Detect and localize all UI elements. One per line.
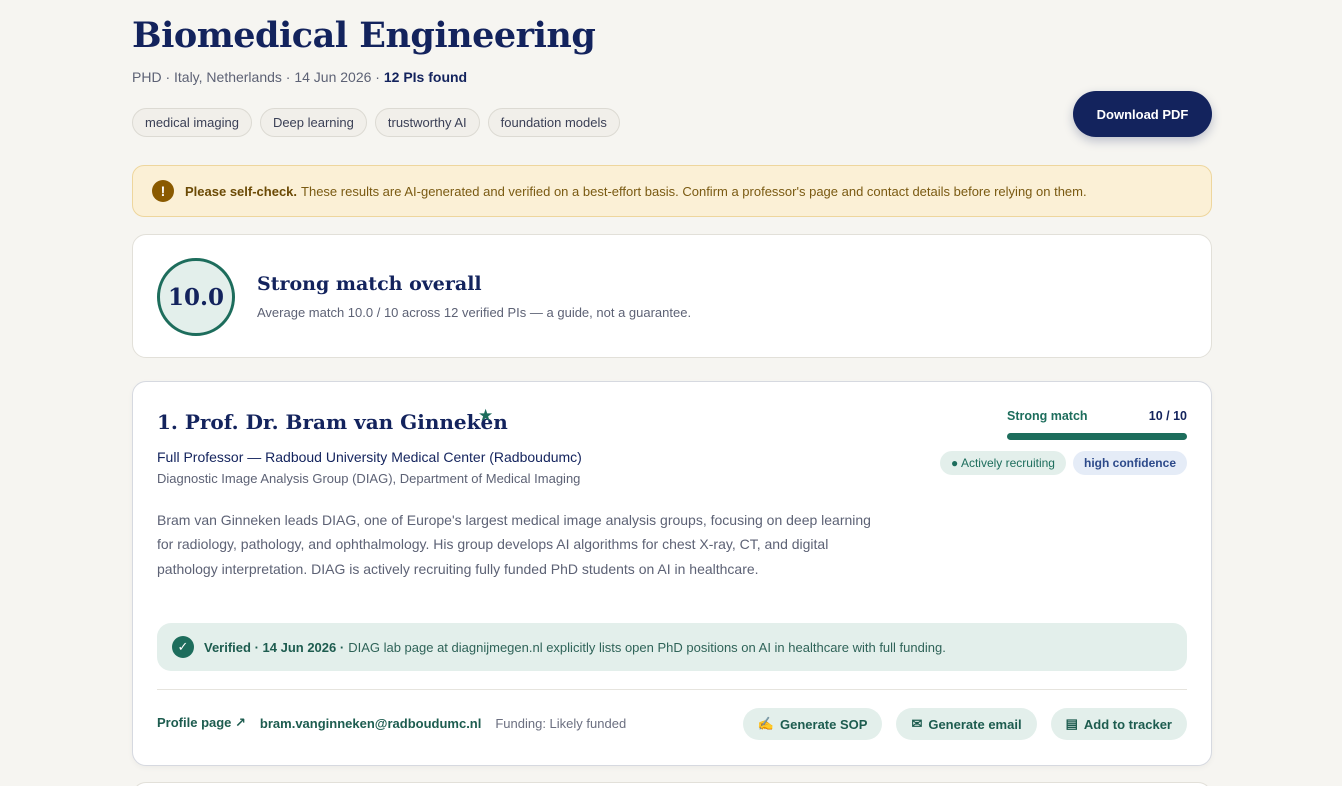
pi-name: 1. Prof. Dr. Bram van Ginneken bbox=[157, 410, 508, 434]
search-meta: PHD · Italy, Netherlands · 14 Jun 2026 ·… bbox=[132, 69, 467, 85]
notice-heading: Please self-check. bbox=[185, 183, 298, 199]
download-pdf-button[interactable]: Download PDF bbox=[1073, 91, 1212, 137]
keyword-chips: medical imaging Deep learning trustworth… bbox=[132, 108, 620, 137]
check-icon: ✓ bbox=[172, 636, 194, 658]
self-check-notice: ! Please self-check. These results are A… bbox=[132, 165, 1212, 217]
keyword-chip: Deep learning bbox=[259, 108, 367, 137]
confidence-badge: high confidence bbox=[1072, 451, 1187, 475]
pi-actions: ✍ Generate SOP ✉ Generate email ▤ Add to… bbox=[742, 708, 1187, 740]
pi-role: Full Professor — Radboud University Medi… bbox=[157, 449, 582, 465]
meta-text: PHD · Italy, Netherlands · 14 Jun 2026 · bbox=[132, 69, 384, 85]
generate-email-button[interactable]: ✉ Generate email bbox=[896, 708, 1037, 740]
pi-bio: Bram van Ginneken leads DIAG, one of Eur… bbox=[157, 512, 871, 577]
envelope-icon: ✉ bbox=[911, 716, 923, 731]
keyword-chip: medical imaging bbox=[132, 108, 252, 137]
generate-email-label: Generate email bbox=[928, 716, 1022, 732]
divider bbox=[157, 689, 1187, 690]
warning-icon: ! bbox=[152, 180, 174, 202]
overall-score-ring: 10.0 bbox=[157, 258, 235, 336]
pi-badges: ● Actively recruiting high confidence bbox=[940, 451, 1187, 475]
summary-title: Strong match overall bbox=[257, 273, 482, 295]
add-to-tracker-button[interactable]: ▤ Add to tracker bbox=[1050, 708, 1187, 740]
results-count: 12 PIs found bbox=[383, 69, 468, 85]
generate-sop-button[interactable]: ✍ Generate SOP bbox=[742, 708, 883, 740]
add-to-tracker-label: Add to tracker bbox=[1083, 716, 1172, 732]
notice-text: These results are AI-generated and verif… bbox=[301, 183, 1087, 199]
verified-text: DIAG lab page at diagnijmegen.nl explici… bbox=[348, 639, 946, 655]
summary-subtitle: Average match 10.0 / 10 across 12 verifi… bbox=[257, 305, 692, 320]
star-icon[interactable]: ★ bbox=[478, 406, 493, 426]
verified-label: Verified · 14 Jun 2026 · bbox=[204, 639, 345, 655]
match-summary-card: 10.0 Strong match overall Average match … bbox=[132, 234, 1212, 358]
match-label: Strong match bbox=[1007, 409, 1088, 423]
match-bar bbox=[1007, 433, 1187, 440]
keyword-chip: trustworthy AI bbox=[374, 108, 480, 137]
keyword-chip: foundation models bbox=[487, 108, 620, 137]
email-link[interactable]: bram.vanginneken@radboudumc.nl bbox=[260, 716, 481, 731]
match-bar-fill bbox=[1007, 433, 1187, 440]
page-title: Biomedical Engineering bbox=[132, 15, 596, 56]
pi-card: 1. Prof. Dr. Bram van Ginneken ★ Full Pr… bbox=[132, 381, 1212, 766]
pen-icon: ✍ bbox=[757, 716, 774, 731]
match-score: 10 / 10 bbox=[1148, 409, 1187, 423]
folder-icon: ▤ bbox=[1065, 716, 1078, 731]
pi-card-next bbox=[132, 782, 1212, 786]
generate-sop-label: Generate SOP bbox=[780, 716, 868, 732]
pi-group: Diagnostic Image Analysis Group (DIAG), … bbox=[157, 471, 581, 486]
recruiting-badge: ● Actively recruiting bbox=[940, 451, 1066, 475]
pi-contact-row: Profile page ↗ bram.vanginneken@radboudu… bbox=[157, 715, 626, 731]
verification-note: ✓ Verified · 14 Jun 2026 · DIAG lab page… bbox=[157, 623, 1187, 671]
funding-status: Funding: Likely funded bbox=[495, 715, 627, 731]
profile-page-link[interactable]: Profile page ↗ bbox=[157, 715, 246, 731]
